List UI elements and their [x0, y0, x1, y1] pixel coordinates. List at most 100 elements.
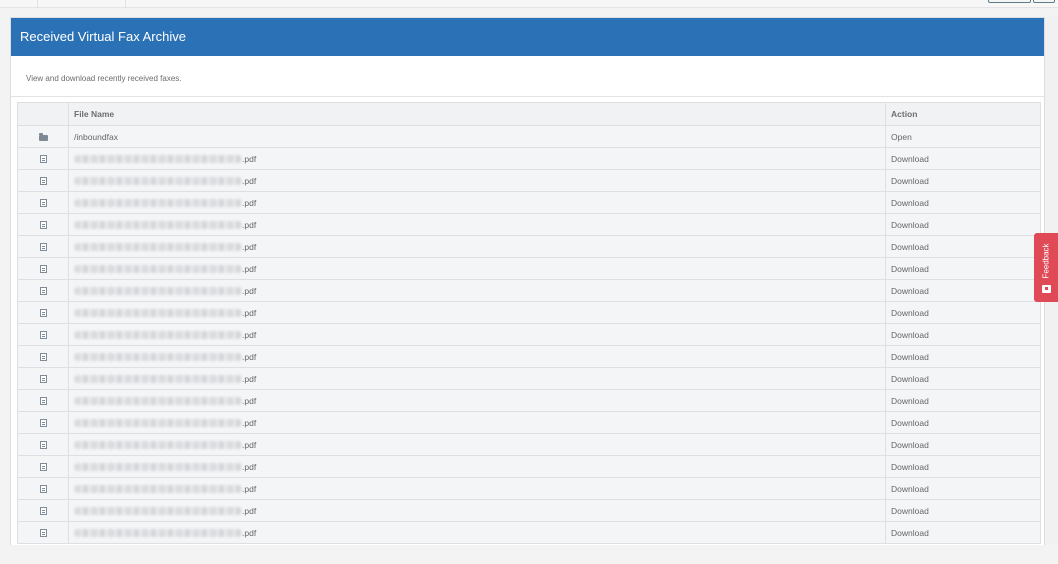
file-row[interactable]: .pdf Download: [17, 323, 1041, 346]
file-extension: .pdf: [242, 395, 257, 406]
file-row[interactable]: .pdf Download: [17, 213, 1041, 236]
download-link[interactable]: Download: [885, 257, 1041, 280]
file-name[interactable]: .pdf: [68, 169, 886, 192]
file-extension: .pdf: [242, 373, 257, 384]
download-link[interactable]: Download: [885, 411, 1041, 434]
file-extension: .pdf: [242, 527, 257, 538]
file-row[interactable]: .pdf Download: [17, 477, 1041, 500]
download-link[interactable]: Download: [885, 345, 1041, 368]
file-name[interactable]: .pdf: [68, 455, 886, 478]
feedback-tab[interactable]: Feedback: [1034, 233, 1058, 302]
file-icon-cell: [17, 499, 69, 522]
file-icon-cell: [17, 455, 69, 478]
file-name[interactable]: .pdf: [68, 499, 886, 522]
download-link[interactable]: Download: [885, 191, 1041, 214]
open-link[interactable]: Open: [885, 125, 1041, 148]
folder-icon-cell: [17, 125, 69, 148]
file-extension: .pdf: [242, 351, 257, 362]
file-row[interactable]: .pdf Download: [17, 147, 1041, 170]
file-name[interactable]: .pdf: [68, 345, 886, 368]
redacted-file-name: [74, 198, 242, 207]
file-extension: .pdf: [242, 219, 257, 230]
file-extension: .pdf: [242, 483, 257, 494]
file-icon: [39, 265, 47, 274]
download-link[interactable]: Download: [885, 213, 1041, 236]
file-name[interactable]: .pdf: [68, 235, 886, 258]
feedback-label: Feedback: [1041, 243, 1051, 279]
file-name[interactable]: .pdf: [68, 521, 886, 544]
download-link[interactable]: Download: [885, 235, 1041, 258]
file-name[interactable]: .pdf: [68, 389, 886, 412]
file-row[interactable]: .pdf Download: [17, 411, 1041, 434]
file-row[interactable]: .pdf Download: [17, 235, 1041, 258]
top-tab-2[interactable]: [38, 0, 126, 8]
redacted-file-name: [74, 220, 242, 229]
redacted-file-name: [74, 176, 242, 185]
file-icon-cell: [17, 235, 69, 258]
file-name[interactable]: .pdf: [68, 301, 886, 324]
download-link[interactable]: Download: [885, 147, 1041, 170]
folder-row[interactable]: /inboundfax Open: [17, 125, 1041, 148]
download-link[interactable]: Download: [885, 521, 1041, 544]
file-icon: [39, 375, 47, 384]
top-tab-1[interactable]: [0, 0, 38, 8]
file-icon: [39, 441, 47, 450]
column-header-file-name: File Name: [68, 102, 886, 126]
file-row[interactable]: .pdf Download: [17, 191, 1041, 214]
download-link[interactable]: Download: [885, 389, 1041, 412]
file-extension: .pdf: [242, 175, 257, 186]
file-row[interactable]: .pdf Download: [17, 389, 1041, 412]
file-icon: [39, 221, 47, 230]
file-icon-cell: [17, 345, 69, 368]
file-name[interactable]: .pdf: [68, 477, 886, 500]
file-row[interactable]: .pdf Download: [17, 345, 1041, 368]
file-row[interactable]: .pdf Download: [17, 169, 1041, 192]
file-name[interactable]: .pdf: [68, 279, 886, 302]
download-link[interactable]: Download: [885, 499, 1041, 522]
download-link[interactable]: Download: [885, 169, 1041, 192]
file-row[interactable]: .pdf Download: [17, 433, 1041, 456]
file-row[interactable]: .pdf Download: [17, 521, 1041, 544]
file-icon: [39, 463, 47, 472]
file-icon: [39, 507, 47, 516]
file-icon-cell: [17, 477, 69, 500]
file-row[interactable]: .pdf Download: [17, 279, 1041, 302]
redacted-file-name: [74, 242, 242, 251]
file-extension: .pdf: [242, 329, 257, 340]
download-link[interactable]: Download: [885, 323, 1041, 346]
file-name[interactable]: .pdf: [68, 433, 886, 456]
file-name[interactable]: .pdf: [68, 367, 886, 390]
redacted-file-name: [74, 374, 242, 383]
file-icon: [39, 353, 47, 362]
file-icon: [39, 331, 47, 340]
file-row[interactable]: .pdf Download: [17, 455, 1041, 478]
file-icon: [39, 485, 47, 494]
download-link[interactable]: Download: [885, 367, 1041, 390]
file-name[interactable]: .pdf: [68, 147, 886, 170]
file-icon-cell: [17, 389, 69, 412]
file-extension: .pdf: [242, 461, 257, 472]
file-name[interactable]: .pdf: [68, 323, 886, 346]
file-icon-cell: [17, 323, 69, 346]
file-name[interactable]: .pdf: [68, 257, 886, 280]
file-name[interactable]: .pdf: [68, 213, 886, 236]
file-row[interactable]: .pdf Download: [17, 367, 1041, 390]
file-row[interactable]: .pdf Download: [17, 301, 1041, 324]
download-link[interactable]: Download: [885, 433, 1041, 456]
file-icon-cell: [17, 147, 69, 170]
file-icon: [39, 309, 47, 318]
download-link[interactable]: Download: [885, 477, 1041, 500]
file-name[interactable]: .pdf: [68, 411, 886, 434]
file-name[interactable]: .pdf: [68, 191, 886, 214]
top-action-button-2[interactable]: [1033, 0, 1055, 3]
file-icon-cell: [17, 169, 69, 192]
file-row[interactable]: .pdf Download: [17, 257, 1041, 280]
download-link[interactable]: Download: [885, 279, 1041, 302]
folder-name[interactable]: /inboundfax: [68, 125, 886, 148]
download-link[interactable]: Download: [885, 301, 1041, 324]
top-action-button-1[interactable]: [988, 0, 1031, 3]
file-icon-cell: [17, 433, 69, 456]
redacted-file-name: [74, 330, 242, 339]
file-row[interactable]: .pdf Download: [17, 499, 1041, 522]
download-link[interactable]: Download: [885, 455, 1041, 478]
